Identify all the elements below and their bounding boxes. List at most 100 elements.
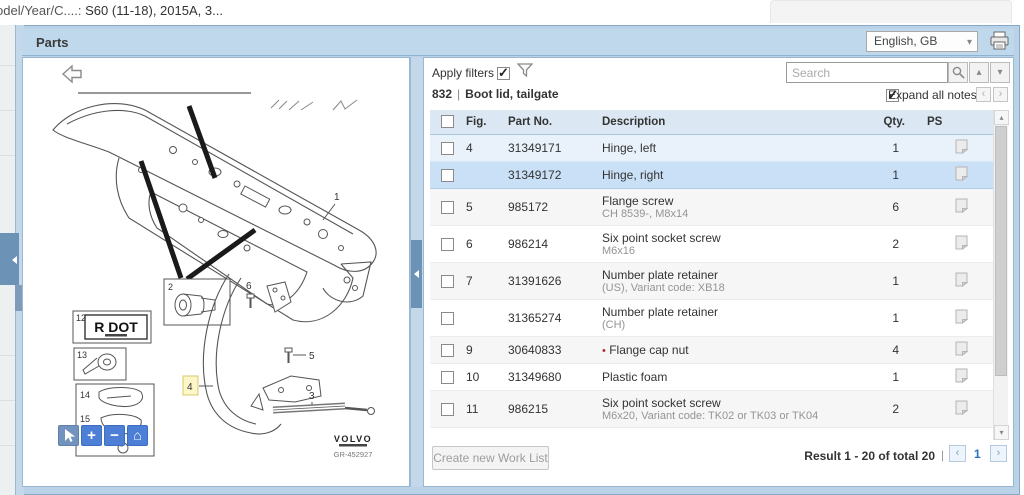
description-subtext: (CH) [602,319,849,332]
select-all-checkbox[interactable] [441,115,454,128]
part-no-cell[interactable]: 985172 [506,198,600,216]
print-icon[interactable] [989,31,1010,56]
pagination-prev-button[interactable]: ‹ [949,445,966,462]
note-icon[interactable] [955,235,968,253]
screw-6 [247,294,254,308]
collapse-left-panel-tab[interactable] [0,233,19,285]
pointer-tool-button[interactable] [58,425,79,446]
callout-1[interactable]: 1 [334,192,340,203]
description-subtext: (US), Variant code: XB18 [602,282,849,295]
col-header-ps[interactable]: PS [915,115,993,130]
table-scrollbar[interactable]: ▴ ▾ [993,110,1008,440]
note-icon[interactable] [955,400,968,418]
part-no-cell[interactable]: 31349680 [506,368,600,386]
callout-5[interactable]: 5 [309,351,315,362]
divider [0,110,15,111]
search-icon [952,66,965,79]
section-name: Boot lid, tailgate [465,87,558,101]
prev-group-button[interactable]: ‹ [976,87,991,102]
note-icon[interactable] [955,166,968,184]
callout-13[interactable]: 13 [77,350,87,360]
description-subtext: M6x20, Variant code: TK02 or TK03 or TK0… [602,410,849,423]
back-arrow-icon[interactable] [63,66,81,82]
r-dot-subtext [105,334,127,337]
apply-filters-checkbox[interactable] [497,67,510,80]
scroll-up-button[interactable]: ▴ [994,110,1009,125]
background-tab[interactable] [770,0,1012,23]
callout-6[interactable]: 6 [246,281,252,292]
table-row[interactable]: 31365274Number plate retainer(CH)1 [430,300,993,337]
part-no-cell[interactable]: 31349172 [506,166,600,184]
table-row[interactable]: 31349172Hinge, right1 [430,162,993,189]
zoom-out-button[interactable]: − [104,425,125,446]
divider [0,400,15,401]
divider [0,155,15,156]
row-checkbox[interactable] [441,312,454,325]
fig-cell: 5 [464,198,506,216]
part-no-cell[interactable]: 986215 [506,400,600,418]
row-checkbox[interactable] [441,344,454,357]
callout-3[interactable]: 3 [309,391,315,402]
expand-all-notes-label: Expand all notes [888,88,977,102]
table-row[interactable]: 930640833• Flange cap nut4 [430,337,993,364]
row-checkbox[interactable] [441,201,454,214]
table-row[interactable]: 1031349680Plastic foam1 [430,364,993,391]
col-header-part-no[interactable]: Part No. [506,115,600,130]
zoom-in-button[interactable]: + [81,425,102,446]
note-icon[interactable] [955,272,968,290]
row-checkbox[interactable] [441,275,454,288]
callout-4[interactable]: 4 [187,382,193,393]
row-checkbox[interactable] [441,142,454,155]
language-select[interactable]: English, GB ▾ [866,31,978,52]
search-prev-button[interactable]: ▴ [969,62,989,83]
table-row[interactable]: 6986214Six point socket screwM6x162 [430,226,993,263]
table-row[interactable]: 11986215Six point socket screwM6x20, Var… [430,391,993,428]
note-icon[interactable] [955,309,968,327]
table-row[interactable]: 731391626Number plate retainer(US), Vari… [430,263,993,300]
note-icon[interactable] [955,198,968,216]
scrollbar-thumb[interactable] [995,126,1007,376]
row-checkbox[interactable] [441,238,454,251]
create-worklist-button[interactable]: Create new Work List [432,446,549,470]
col-header-fig[interactable]: Fig. [464,115,506,130]
pointer-icon [59,426,78,445]
part-no-cell[interactable]: 31349171 [506,139,600,157]
row-checkbox[interactable] [441,403,454,416]
home-view-button[interactable]: ⌂ [127,425,148,446]
description-cell: Six point socket screwM6x16 [600,229,851,260]
part-no-cell[interactable]: 31391626 [506,272,600,290]
zoom-in-icon: + [87,427,96,444]
table-row[interactable]: 431349171Hinge, left1 [430,135,993,162]
emblem-sketch [271,100,357,110]
filter-icon[interactable] [517,63,533,83]
col-header-description[interactable]: Description [600,115,851,130]
note-icon[interactable] [955,341,968,359]
drawing-ref: GR-452927 [334,450,373,459]
pagination-separator: | [941,448,944,462]
callout-2[interactable]: 2 [168,282,173,292]
detail-box-12: 12 R DOT [73,311,151,343]
callout-15[interactable]: 15 [80,414,90,424]
qty-cell: 1 [851,166,915,184]
part-no-cell[interactable]: 986214 [506,235,600,253]
row-checkbox[interactable] [441,371,454,384]
parts-diagram-panel: 1 2 6 [22,57,410,487]
table-row[interactable]: 5985172Flange screwCH 8539-, M8x146 [430,189,993,226]
pagination-next-button[interactable]: › [990,445,1007,462]
pagination-current-page[interactable]: 1 [974,447,981,461]
note-icon[interactable] [955,139,968,157]
part-no-cell[interactable]: 30640833 [506,341,600,359]
search-next-button[interactable]: ▾ [990,62,1010,83]
callout-14[interactable]: 14 [80,390,90,400]
col-header-qty[interactable]: Qty. [851,115,915,130]
page-title: Parts [36,35,69,50]
qty-cell: 4 [851,341,915,359]
search-button[interactable] [948,62,968,83]
note-icon[interactable] [955,368,968,386]
collapse-diagram-tab[interactable] [411,240,422,308]
scroll-down-button[interactable]: ▾ [994,425,1009,440]
row-checkbox[interactable] [441,169,454,182]
part-no-cell[interactable]: 31365274 [506,309,600,327]
next-group-button[interactable]: › [993,87,1008,102]
search-input[interactable] [786,62,948,83]
